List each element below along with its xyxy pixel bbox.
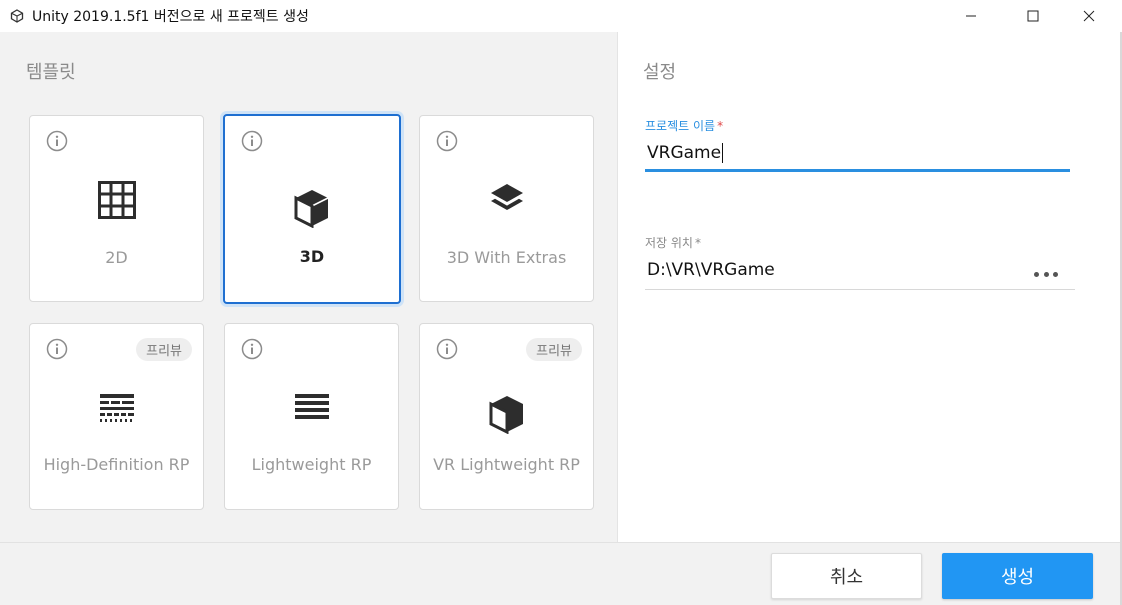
template-label: High-Definition RP — [43, 455, 190, 474]
info-icon[interactable] — [46, 338, 68, 360]
text-cursor — [722, 143, 724, 163]
template-card-3d[interactable]: 3D — [223, 114, 401, 304]
close-button[interactable] — [1066, 0, 1112, 32]
required-mark: * — [717, 119, 724, 133]
maximize-icon — [1027, 10, 1039, 22]
settings-panel: 설정 프로젝트 이름 * VRGame 저장 위치 * D:\VR\VRGame — [617, 32, 1120, 542]
project-name-label: 프로젝트 이름 * — [645, 119, 724, 133]
settings-title: 설정 — [643, 62, 677, 83]
template-label: Lightweight RP — [251, 455, 372, 474]
project-name-underline — [645, 169, 1070, 172]
cube-icon — [292, 188, 332, 228]
template-label: VR Lightweight RP — [433, 455, 580, 474]
required-mark: * — [694, 236, 701, 250]
location-label: 저장 위치 * — [645, 236, 701, 250]
info-icon[interactable] — [241, 338, 263, 360]
info-icon[interactable] — [46, 130, 68, 152]
template-card-high-definition-rp[interactable]: 프리뷰 High-Definition RP — [29, 323, 204, 510]
template-label: 3D With Extras — [446, 248, 567, 267]
footer-bar: 취소 생성 — [0, 542, 1120, 605]
template-card-vr-lightweight-rp[interactable]: 프리뷰 VR Lightweight RP — [419, 323, 594, 510]
preview-badge: 프리뷰 — [526, 338, 582, 361]
template-label: 2D — [105, 248, 128, 267]
minimize-button[interactable] — [948, 0, 994, 32]
cancel-button[interactable]: 취소 — [771, 553, 922, 599]
template-card-3d-with-extras[interactable]: 3D With Extras — [419, 115, 594, 302]
info-icon[interactable] — [436, 130, 458, 152]
minimize-icon — [966, 15, 976, 17]
layers-icon — [487, 180, 527, 220]
templates-title: 템플릿 — [26, 62, 76, 83]
hdrp-lines-icon — [97, 388, 137, 428]
unity-logo-icon — [10, 9, 24, 23]
info-icon[interactable] — [436, 338, 458, 360]
create-button[interactable]: 생성 — [942, 553, 1093, 599]
info-icon[interactable] — [241, 130, 263, 152]
lines-icon — [292, 388, 332, 428]
grid-icon — [97, 180, 137, 220]
location-input[interactable]: D:\VR\VRGame — [647, 260, 775, 280]
preview-badge: 프리뷰 — [136, 338, 192, 361]
location-underline — [645, 289, 1075, 290]
cube-icon — [487, 394, 527, 434]
close-icon — [1083, 10, 1095, 22]
template-card-lightweight-rp[interactable]: Lightweight RP — [224, 323, 399, 510]
browse-more-icon[interactable] — [1034, 269, 1058, 279]
window-title: Unity 2019.1.5f1 버전으로 새 프로젝트 생성 — [32, 9, 309, 25]
templates-panel: 템플릿 2D 3D 3D With Extras 프리뷰 High-Defini… — [0, 32, 617, 542]
project-name-input[interactable]: VRGame — [647, 143, 724, 163]
maximize-button[interactable] — [1010, 0, 1056, 32]
template-card-2d[interactable]: 2D — [29, 115, 204, 302]
template-label: 3D — [299, 247, 325, 266]
